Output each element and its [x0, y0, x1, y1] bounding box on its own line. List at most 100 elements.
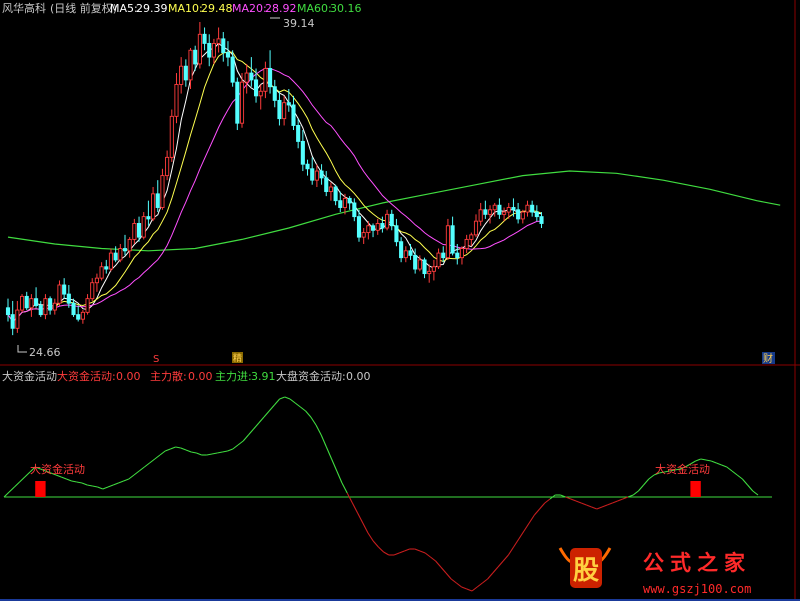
candle-up: [282, 102, 287, 120]
indicator-segment: [8, 486, 15, 493]
indicator-segment: [648, 474, 655, 480]
indicator-segment: [346, 492, 353, 504]
indicator-b-value: 0.00: [188, 370, 213, 383]
candle-down: [497, 204, 502, 215]
indicator-segment: [180, 447, 187, 451]
indicator-segment: [268, 404, 275, 412]
indicator-segment: [752, 490, 759, 496]
candle-down: [422, 259, 427, 275]
candle-down: [408, 250, 413, 256]
indicator-segment: [601, 504, 608, 508]
indicator-segment: [440, 566, 447, 574]
indicator-segment: [372, 540, 379, 548]
candle-down: [380, 223, 385, 229]
ma10-value: 29.48: [201, 2, 233, 15]
activity-label-right: 大资金活动: [655, 462, 710, 476]
candle-down: [516, 209, 521, 220]
watermark: 股 公式之家 www.gszj100.com: [558, 547, 751, 596]
indicator-segment: [492, 566, 499, 574]
indicator-segment: [445, 572, 452, 580]
ma60-value: 30.16: [330, 2, 362, 15]
candle-up: [478, 209, 483, 222]
candle-up: [263, 68, 268, 92]
indicator-segment: [273, 398, 281, 406]
candle-up: [417, 259, 422, 270]
candle-down: [511, 207, 516, 211]
candle-down: [333, 186, 338, 202]
candle-down: [399, 241, 404, 259]
candle-down: [539, 216, 544, 224]
indicator-segment: [118, 480, 124, 484]
candlestick-series: [5, 22, 544, 336]
indicator-segment: [399, 550, 405, 554]
indicator-segment: [320, 434, 327, 448]
candle-up: [258, 90, 263, 97]
indicator-segment: [736, 474, 743, 480]
ma20-value: 28.92: [265, 2, 297, 15]
logo-text: 股: [573, 556, 599, 586]
candle-down: [356, 216, 362, 238]
indicator-segment: [242, 434, 249, 442]
indicator-segment: [695, 458, 701, 462]
indicator-segment: [507, 546, 515, 556]
indicator-segment: [159, 450, 166, 456]
indicator-segment: [258, 416, 265, 424]
indicator-segment: [284, 396, 291, 400]
candle-up: [151, 193, 156, 220]
low-annotation: 24.66: [29, 346, 61, 359]
ma60-label: MA60:: [297, 2, 332, 15]
candle-down: [291, 104, 296, 126]
candle-up: [502, 211, 507, 215]
candle-up: [29, 298, 34, 309]
candle-up: [211, 42, 216, 58]
indicator-segment: [523, 522, 530, 532]
indicator-segment: [222, 450, 228, 453]
candle-down: [413, 254, 418, 270]
candle-up: [216, 38, 221, 44]
activity-bar: [690, 481, 701, 497]
candle-down: [230, 56, 235, 83]
indicator-segment: [263, 410, 270, 418]
indicator-segment: [419, 550, 426, 554]
indicator-segment: [747, 484, 754, 492]
candle-up: [94, 277, 99, 284]
indicator-segment: [211, 452, 218, 455]
candle-down: [455, 252, 460, 259]
indicator-segment: [247, 428, 255, 436]
indicator-segment: [113, 482, 119, 486]
candle-up: [160, 175, 165, 208]
indicator-segment: [430, 556, 436, 562]
candle-up: [57, 284, 62, 304]
right-marker: 财: [763, 352, 773, 365]
indicator-b-label: 主力散:: [150, 369, 187, 383]
candle-up: [473, 220, 479, 236]
candle-down: [104, 266, 109, 270]
watermark-site: www.gszj100.com: [643, 582, 751, 596]
indicator-d-label: 大盘资金活动:: [276, 369, 346, 383]
candle-up: [80, 311, 85, 320]
candle-down: [183, 65, 188, 81]
indicator-segment: [471, 586, 478, 592]
indicator-segment: [107, 484, 114, 488]
candle-down: [286, 102, 291, 106]
candle-down: [272, 86, 277, 101]
indicator-segment: [476, 582, 483, 588]
candle-down: [277, 99, 282, 120]
candle-down: [62, 284, 67, 295]
ma60-line: [7, 170, 781, 252]
candle-down: [146, 216, 151, 220]
candle-up: [459, 248, 465, 259]
indicator-segment: [575, 500, 582, 504]
indicator-segment: [596, 506, 603, 510]
indicator-segment: [357, 512, 364, 524]
indicator-segment: [435, 560, 442, 568]
indicator-segment: [716, 462, 722, 466]
indicator-segment: [154, 454, 161, 460]
indicator-segment: [731, 470, 738, 476]
candle-up: [445, 225, 450, 259]
candle-up: [19, 295, 25, 311]
candle-down: [530, 204, 535, 213]
watermark-title: 公式之家: [643, 551, 751, 575]
indicator-a-label: 大资金活动:: [57, 369, 116, 383]
candle-down: [235, 81, 240, 124]
